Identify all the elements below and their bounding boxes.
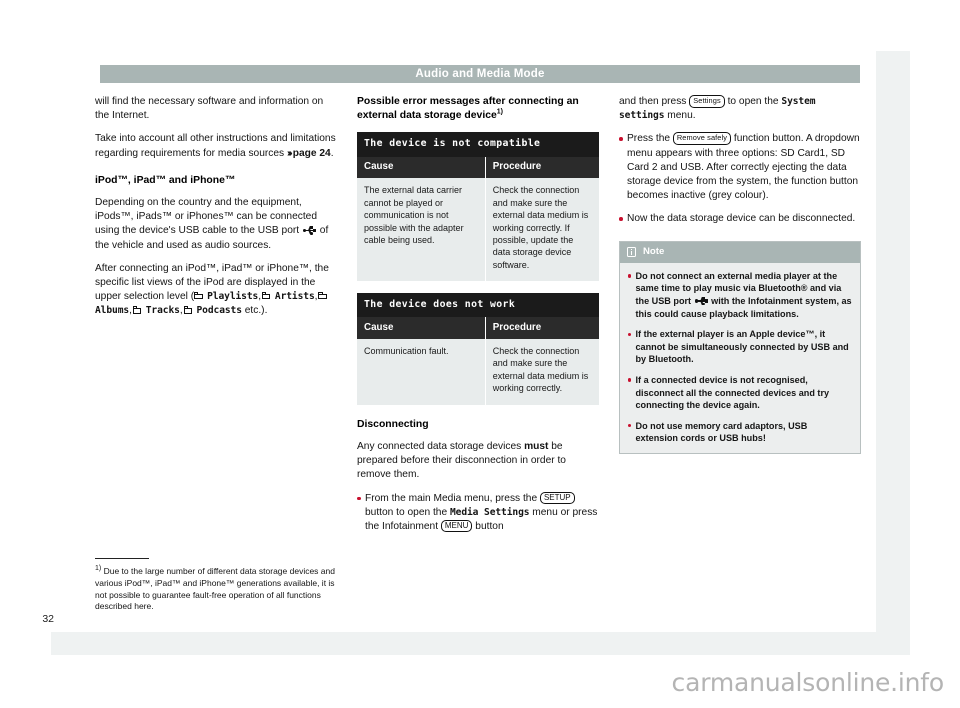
heading-disconnecting: Disconnecting (357, 418, 429, 430)
list-item-text: button (472, 520, 504, 532)
footnote-rule (95, 558, 149, 560)
paragraph-connect-usb: Depending on the country and the equipme… (95, 196, 337, 253)
paragraph-software-info: will find the necessary software and inf… (95, 95, 337, 123)
page-header-title: Audio and Media Mode (100, 65, 860, 83)
table-header-row: Cause Procedure (357, 156, 599, 179)
paragraph-open-system-settings: and then press Settings to open the Syst… (619, 95, 861, 123)
paragraph-text: Any connected data storage devices (357, 440, 525, 452)
list-item: Press the Remove safely function button.… (619, 132, 861, 203)
menu-button-key[interactable]: MENU (440, 519, 473, 533)
paragraph-text: menu. (664, 110, 696, 122)
table-caption: The device is not compatible (357, 132, 599, 157)
screenshot-viewport: Audio and Media Mode 32 will find the ne… (0, 0, 960, 708)
list-remove-safely-steps: Press the Remove safely function button.… (619, 132, 861, 226)
folder-icon (318, 292, 328, 300)
footnote: 1) Due to the large number of different … (95, 558, 345, 613)
column-header-procedure: Procedure (484, 317, 599, 340)
paragraph-ipod-list-views: After connecting an iPod™, iPad™ or iPho… (95, 262, 337, 319)
paragraph-text: . (330, 147, 334, 159)
watermark: carmanualsonline.info (671, 668, 945, 697)
list-item-text: Press the (627, 133, 673, 145)
setup-button-key[interactable]: SETUP (539, 491, 575, 504)
list-item: Do not connect an external media player … (628, 270, 852, 320)
menu-item-playlists: Playlists (207, 291, 259, 303)
paragraph-text: will find the necessary software and inf… (95, 96, 324, 122)
footnote-text: Due to the large number of different dat… (95, 566, 335, 612)
heading-ipod-ipad-iphone: iPod™, iPad™ and iPhone™ (95, 174, 236, 186)
heading-text: Possible error messages after connecting… (357, 96, 579, 122)
list-item: Now the data storage device can be disco… (619, 212, 861, 226)
heading-possible-error-messages: Possible error messages after connecting… (357, 95, 599, 123)
cell-cause: The external data carrier cannot be play… (357, 178, 486, 282)
emphasis-must: must (524, 440, 549, 452)
menu-item-artists: Artists (274, 291, 315, 303)
column-header-cause: Cause (357, 317, 486, 340)
list-item: If the external player is an Apple devic… (628, 328, 852, 366)
paragraph-text: Depending on the country and the equipme… (95, 197, 317, 237)
paragraph-text: and then press (619, 96, 690, 107)
settings-button-key[interactable]: Settings (689, 95, 725, 108)
column-left: will find the necessary software and inf… (95, 95, 337, 319)
list-item-text: button to open the (365, 506, 450, 518)
menu-media-settings: Media Settings (449, 506, 530, 518)
cross-reference-arrow-icon: ››› (286, 147, 293, 159)
menu-item-albums: Albums (95, 305, 130, 317)
folder-icon (261, 292, 272, 300)
column-header-cause: Cause (357, 156, 486, 179)
cell-cause: Communication fault. (357, 339, 486, 405)
footnote-body: 1) Due to the large number of different … (95, 566, 345, 612)
list-item-text: Now the data storage device can be disco… (627, 213, 856, 225)
usb-port-icon (694, 297, 708, 306)
paragraph-media-sources: Take into account all other instructions… (95, 132, 337, 160)
footnote-marker: 1) (496, 108, 503, 116)
table-device-not-compatible: The device is not compatible Cause Proce… (357, 132, 599, 282)
usb-port-icon (302, 226, 316, 235)
paragraph-text: to open the (724, 96, 782, 107)
page-number: 32 (42, 613, 54, 625)
table-caption: The device does not work (357, 293, 599, 318)
paragraph-text: etc.). (241, 305, 268, 317)
cell-procedure: Check the connection and make sure the e… (484, 178, 599, 282)
table-device-does-not-work: The device does not work Cause Procedure… (357, 293, 599, 405)
folder-icon (183, 306, 194, 314)
remove-safely-button-key[interactable]: Remove safely (672, 132, 732, 145)
note-box: Note Do not connect an external media pl… (619, 240, 861, 454)
cross-reference-link[interactable]: page 24 (293, 148, 331, 159)
folder-icon (194, 292, 204, 300)
table-row: Communication fault. Check the connectio… (357, 339, 599, 405)
menu-item-tracks: Tracks (145, 305, 180, 317)
paragraph-prepare-before-disconnect: Any connected data storage devices must … (357, 440, 599, 483)
list-item: If a connected device is not recognised,… (628, 374, 852, 412)
column-header-procedure: Procedure (484, 156, 599, 179)
list-item: From the main Media menu, press the SETU… (357, 491, 599, 535)
list-item: Do not use memory card adaptors, USB ext… (628, 420, 852, 445)
manual-page: Audio and Media Mode 32 will find the ne… (42, 51, 876, 632)
list-disconnect-steps: From the main Media menu, press the SETU… (357, 491, 599, 535)
note-list: Do not connect an external media player … (628, 270, 852, 445)
note-box-body: Do not connect an external media player … (620, 263, 860, 453)
column-right: and then press Settings to open the Syst… (619, 95, 861, 454)
table-row: The external data carrier cannot be play… (357, 178, 599, 282)
note-box-title: Note (643, 246, 665, 258)
table-header-row: Cause Procedure (357, 317, 599, 340)
list-item-text: From the main Media menu, press the (365, 492, 540, 504)
menu-item-podcasts: Podcasts (196, 305, 243, 317)
column-middle: Possible error messages after connecting… (357, 95, 599, 534)
info-icon (627, 247, 636, 258)
folder-icon (132, 306, 143, 314)
note-box-header: Note (620, 241, 860, 263)
cell-procedure: Check the connection and make sure the e… (484, 339, 599, 405)
